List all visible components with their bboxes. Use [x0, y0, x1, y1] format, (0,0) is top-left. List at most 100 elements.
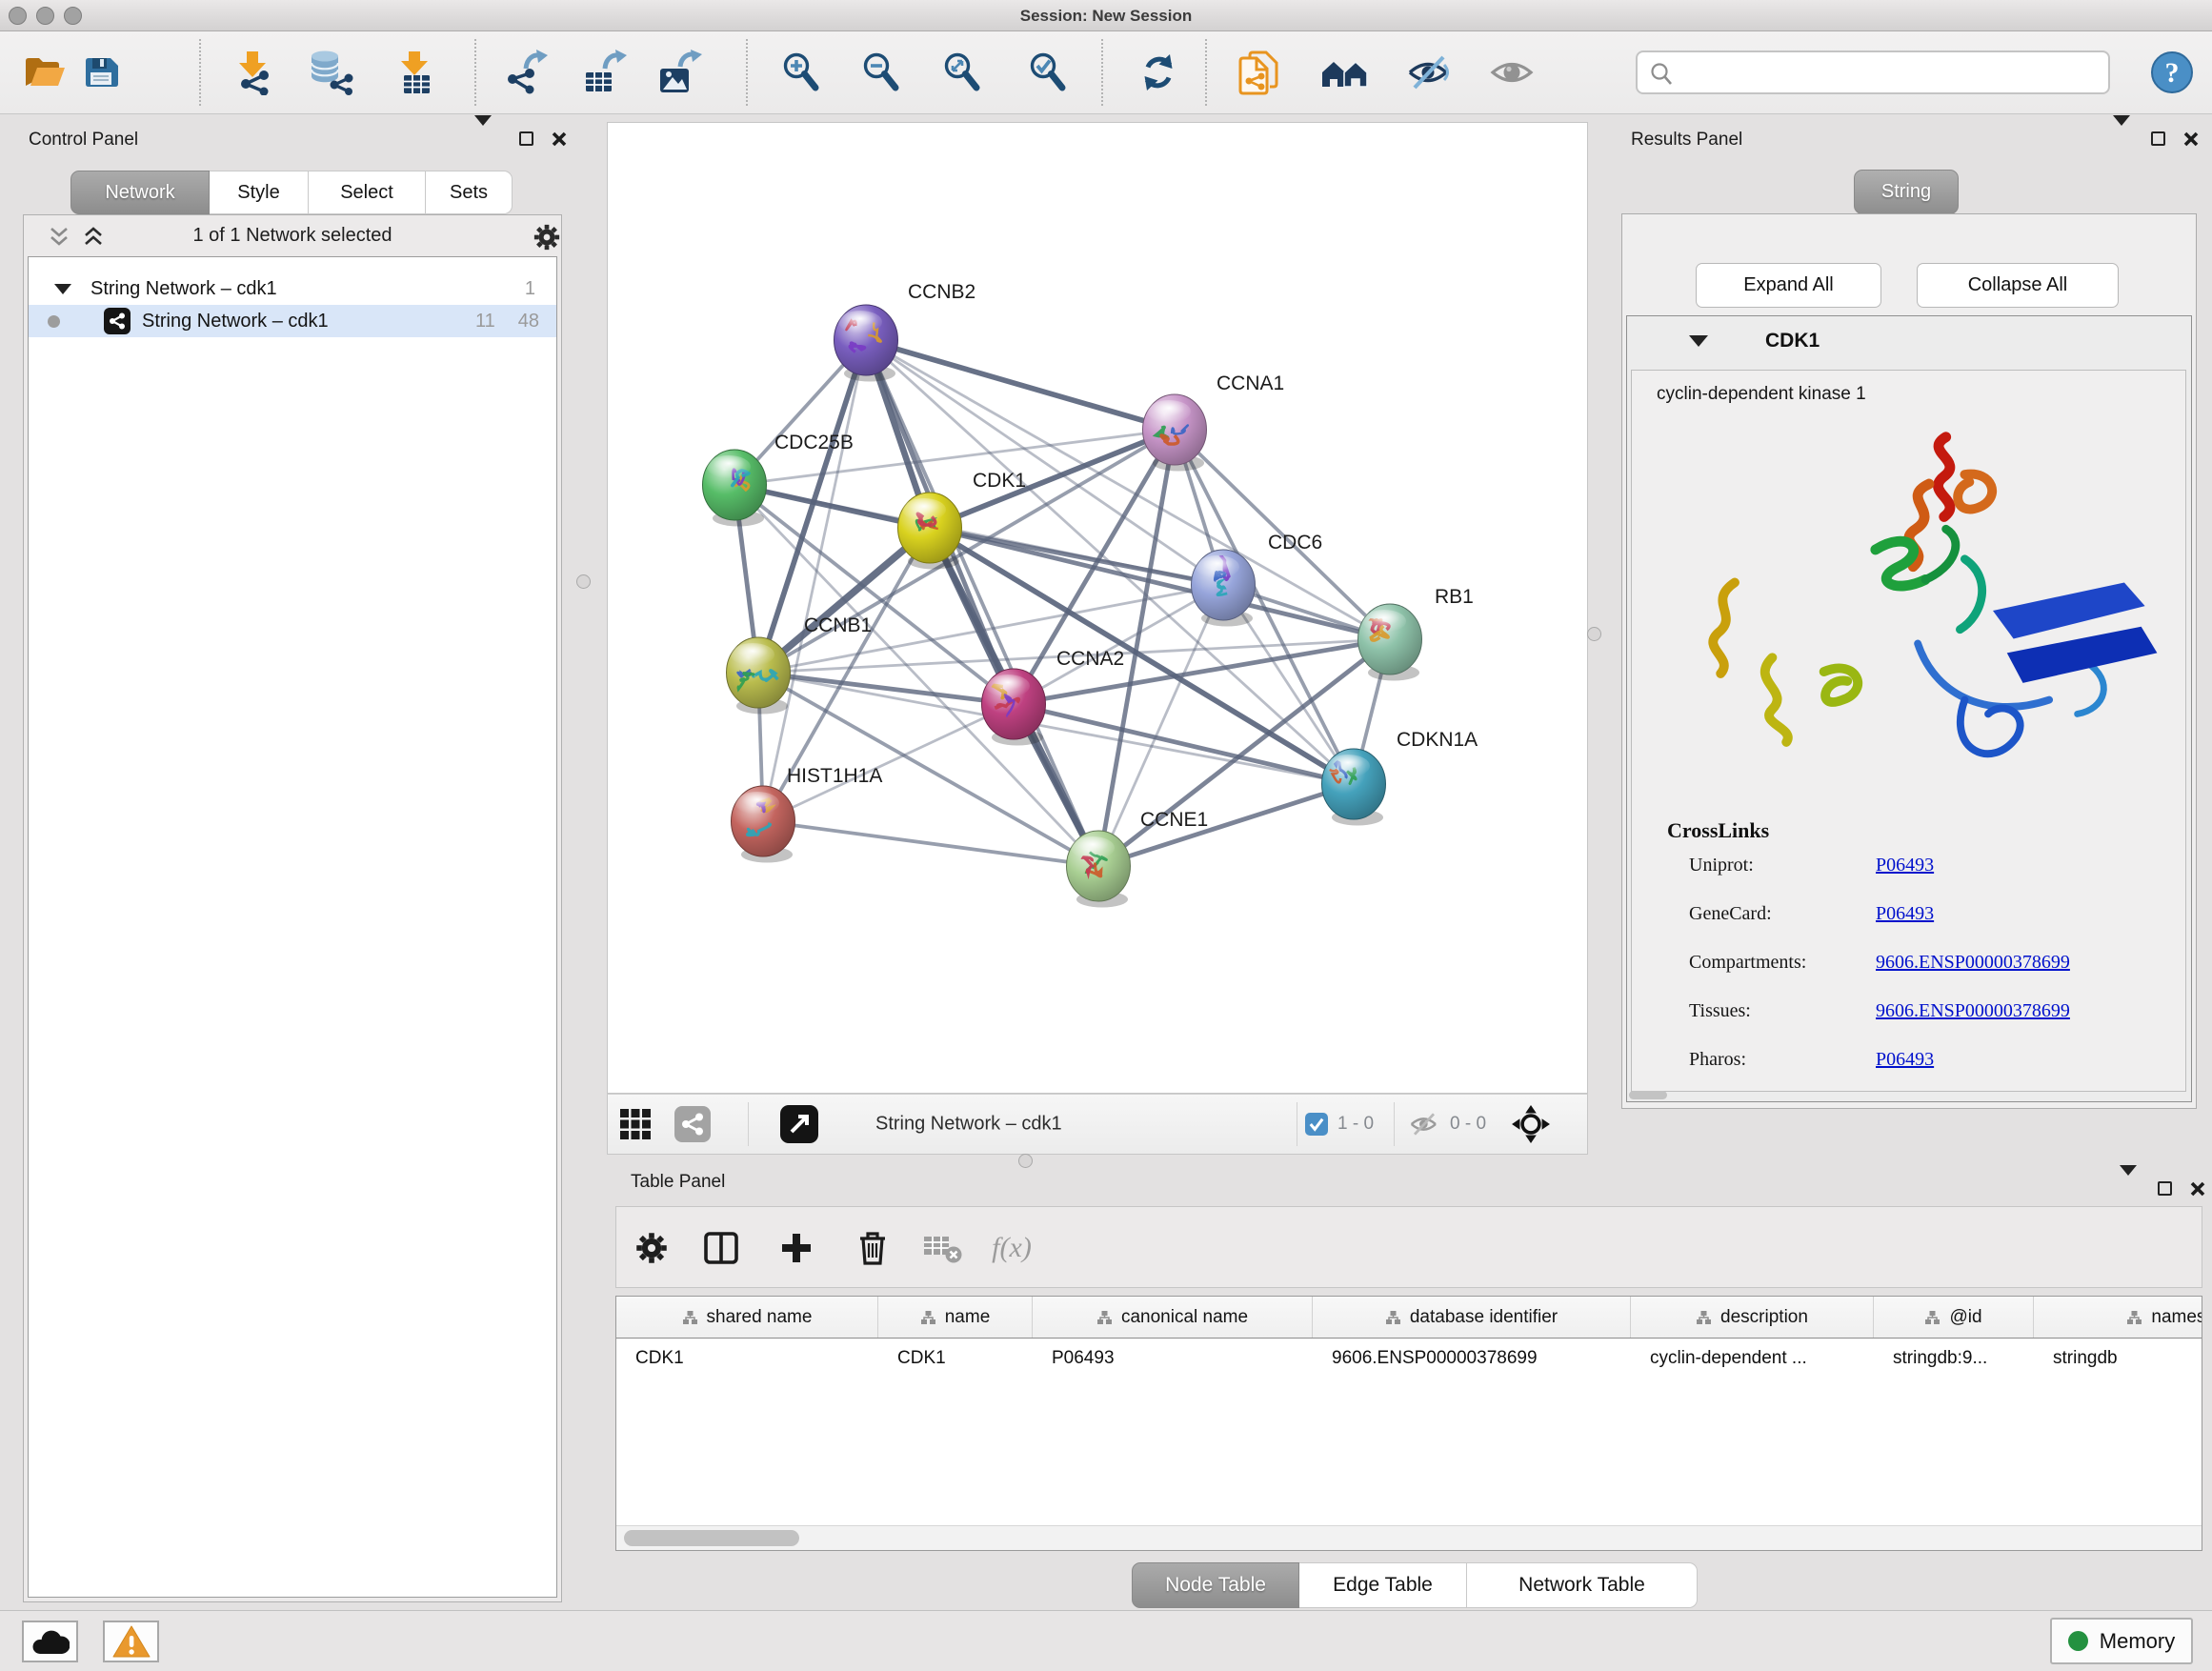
tab-select[interactable]: Select [309, 171, 426, 214]
network-collection-row[interactable]: String Network – cdk1 1 [29, 272, 556, 305]
string-protein-query-button[interactable] [1317, 50, 1374, 94]
scrollbar-thumb[interactable] [624, 1530, 799, 1546]
table-row[interactable]: CDK1CDK1P064939606.ENSP00000378699cyclin… [616, 1339, 2202, 1379]
gene-name: CDK1 [1765, 330, 1820, 352]
network-edge-CCNA2-HIST1H1A[interactable] [763, 704, 1014, 821]
panel-float-button[interactable] [519, 131, 533, 146]
column-header-canonical-name[interactable]: canonical name [1033, 1297, 1313, 1338]
network-node-HIST1H1A[interactable]: HIST1H1A [732, 765, 883, 863]
network-edge-CCNA2-CDKN1A[interactable] [1014, 704, 1354, 784]
column-header-database-identifier[interactable]: database identifier [1313, 1297, 1631, 1338]
copy-document-icon [1237, 49, 1282, 96]
birds-eye-view-button[interactable] [619, 1108, 652, 1140]
table-horizontal-scrollbar[interactable] [616, 1525, 2202, 1550]
network-edge-CCNB2-HIST1H1A[interactable] [763, 340, 866, 821]
create-column-button[interactable] [779, 1231, 814, 1265]
import-network-file-button[interactable] [229, 48, 278, 97]
network-edge-HIST1H1A-CCNE1[interactable] [763, 821, 1098, 866]
column-header--id[interactable]: @id [1874, 1297, 2034, 1338]
collection-expand-icon[interactable] [54, 284, 71, 294]
panel-float-button[interactable] [2158, 1181, 2172, 1196]
tab-node-table[interactable]: Node Table [1132, 1562, 1299, 1608]
refresh-button[interactable] [1136, 50, 1180, 94]
crosslink-value-link[interactable]: P06493 [1876, 855, 1934, 876]
network-node-CCNE1[interactable]: CCNE1 [1067, 809, 1209, 908]
crosslink-value-link[interactable]: P06493 [1876, 1049, 1934, 1071]
show-columns-button[interactable] [703, 1231, 739, 1265]
network-node-CDKN1A[interactable]: CDKN1A [1322, 729, 1478, 826]
cell--id[interactable]: stringdb:9... [1874, 1348, 2034, 1369]
panel-float-button[interactable] [2151, 131, 2165, 146]
export-network-button[interactable] [500, 48, 550, 97]
entry-collapse-icon[interactable] [1689, 335, 1708, 347]
delete-column-button[interactable] [857, 1230, 888, 1266]
expand-all-networks-button[interactable] [81, 226, 106, 247]
network-row-selected[interactable]: String Network – cdk1 11 48 [29, 305, 556, 337]
delete-table-button[interactable] [922, 1232, 962, 1264]
column-header-namespace[interactable]: namespace [2034, 1297, 2202, 1338]
function-builder-button[interactable]: f(x) [992, 1232, 1032, 1264]
export-image-button[interactable] [654, 48, 704, 97]
fit-selected-button[interactable] [1511, 1104, 1551, 1144]
collapse-all-networks-button[interactable] [47, 226, 71, 247]
column-header-name[interactable]: name [878, 1297, 1033, 1338]
zoom-fit-button[interactable] [939, 50, 985, 95]
left-splitter-handle[interactable] [576, 574, 591, 589]
network-edge-CDKN1A-CCNE1[interactable] [1098, 784, 1354, 866]
help-button[interactable]: ? [2148, 49, 2196, 96]
export-table-button[interactable] [579, 48, 629, 97]
open-session-button[interactable] [21, 51, 69, 93]
cell-description[interactable]: cyclin-dependent ... [1631, 1348, 1874, 1369]
panel-close-button[interactable] [2189, 1180, 2206, 1198]
column-header-description[interactable]: description [1631, 1297, 1874, 1338]
tab-sets[interactable]: Sets [426, 171, 513, 214]
cell-name[interactable]: CDK1 [878, 1348, 1033, 1369]
crosslink-value-link[interactable]: 9606.ENSP00000378699 [1876, 952, 2070, 974]
crosslink-value-link[interactable]: P06493 [1876, 903, 1934, 925]
cell-canonical-name[interactable]: P06493 [1033, 1348, 1313, 1369]
cell-database-identifier[interactable]: 9606.ENSP00000378699 [1313, 1348, 1631, 1369]
clone-network-button[interactable] [1235, 47, 1284, 98]
cell-shared-name[interactable]: CDK1 [616, 1348, 878, 1369]
import-network-database-button[interactable] [303, 47, 356, 98]
save-session-button[interactable] [79, 50, 123, 94]
tab-string[interactable]: String [1854, 170, 1959, 214]
network-edge-CCNB2-CCNA1[interactable] [866, 340, 1175, 430]
column-type-icon [1096, 1310, 1113, 1325]
zoom-in-icon [780, 51, 822, 93]
results-scrollbar-thumb[interactable] [1629, 1091, 1667, 1099]
collapse-all-button[interactable]: Collapse All [1917, 263, 2119, 308]
column-header-shared-name[interactable]: shared name [616, 1297, 878, 1338]
network-edge-CCNB2-RB1[interactable] [866, 340, 1390, 639]
network-options-button[interactable] [533, 223, 561, 252]
warnings-button[interactable] [103, 1621, 159, 1662]
tab-style[interactable]: Style [210, 171, 309, 214]
cell-namespace[interactable]: stringdb [2034, 1348, 2202, 1369]
cloud-status-button[interactable] [22, 1621, 78, 1662]
import-table-file-button[interactable] [392, 48, 439, 97]
right-splitter-handle[interactable] [1587, 627, 1601, 641]
network-node-CCNA1[interactable]: CCNA1 [1143, 372, 1285, 472]
tab-edge-table[interactable]: Edge Table [1299, 1562, 1467, 1608]
expand-all-button[interactable]: Expand All [1696, 263, 1881, 308]
network-edge-CCNB1-CCNA2[interactable] [758, 673, 1014, 704]
detach-view-button[interactable] [780, 1105, 818, 1143]
network-view-mode-button[interactable] [674, 1106, 711, 1142]
table-options-button[interactable] [634, 1231, 669, 1265]
network-canvas[interactable]: CCNB2CCNA1CDC25BCDK1CDC6RB1CCNB1CCNA2CDK… [607, 122, 1588, 1094]
show-all-button[interactable] [1487, 53, 1537, 91]
zoom-in-button[interactable] [778, 50, 824, 95]
crosslink-value-link[interactable]: 9606.ENSP00000378699 [1876, 1000, 2070, 1022]
tab-network-table[interactable]: Network Table [1467, 1562, 1698, 1608]
selected-indicator-checkbox[interactable] [1305, 1113, 1328, 1136]
panel-close-button[interactable] [2182, 131, 2200, 148]
gene-entry-header[interactable]: CDK1 [1627, 316, 2191, 370]
memory-button[interactable]: Memory [2050, 1618, 2193, 1664]
search-input[interactable] [1681, 52, 2105, 92]
zoom-selected-button[interactable] [1025, 50, 1071, 95]
tab-network[interactable]: Network [70, 171, 210, 214]
zoom-out-button[interactable] [858, 50, 904, 95]
panel-close-button[interactable] [551, 131, 568, 148]
network-node-RB1[interactable]: RB1 [1358, 586, 1474, 681]
hide-selected-button[interactable] [1403, 50, 1455, 94]
